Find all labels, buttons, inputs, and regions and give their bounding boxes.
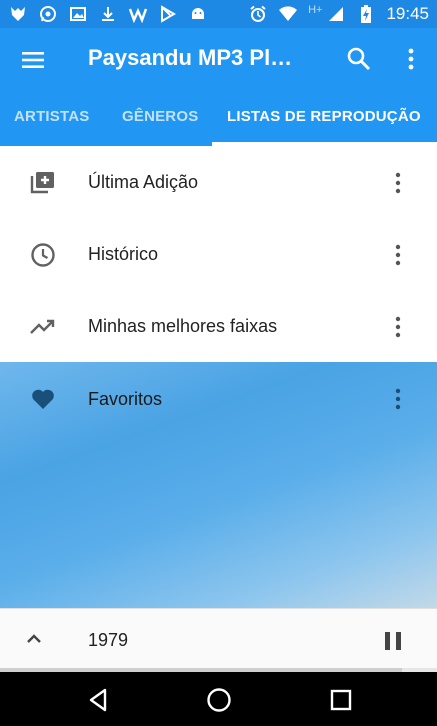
- list-item[interactable]: Favoritos: [0, 362, 437, 434]
- playlist-label: Favoritos: [88, 389, 163, 409]
- whatsapp-icon: [38, 4, 58, 24]
- now-playing-title: 1979: [88, 630, 129, 650]
- tab-listas-de-reproducao[interactable]: LISTAS DE REPRODUÇÃO: [227, 108, 421, 125]
- system-status: H+ 19:45: [248, 4, 429, 24]
- more-vertical-icon[interactable]: [402, 46, 420, 72]
- playlist-add-icon: [30, 170, 56, 196]
- trending-up-icon: [30, 314, 56, 340]
- system-nav-bar: [0, 672, 437, 726]
- more-vertical-icon[interactable]: [389, 170, 407, 196]
- tab-generos[interactable]: GÊNEROS: [122, 108, 198, 125]
- playlist-label: Minhas melhores faixas: [88, 316, 278, 336]
- alarm-icon: [248, 4, 268, 24]
- android-icon: [188, 4, 208, 24]
- tab-bar: ARTISTAS GÊNEROS LISTAS DE REPRODUÇÃO: [0, 90, 437, 146]
- chevron-up-icon[interactable]: [24, 629, 44, 649]
- wifi-icon: [278, 4, 298, 24]
- playlist-label: Última Adição: [88, 172, 199, 192]
- clock-time: 19:45: [386, 4, 429, 23]
- play-store-icon: [158, 4, 178, 24]
- list-item[interactable]: Histórico: [0, 218, 437, 290]
- battery-charging-icon: [356, 4, 376, 24]
- search-icon[interactable]: [346, 46, 372, 72]
- network-type: H+: [308, 4, 323, 16]
- download-icon: [98, 4, 118, 24]
- home-icon[interactable]: [205, 686, 233, 714]
- clock-icon: [30, 242, 56, 268]
- w-app-icon: [128, 4, 148, 24]
- mini-player[interactable]: 1979: [0, 608, 437, 670]
- notification-icons: [8, 4, 208, 24]
- list-item[interactable]: Minhas melhores faixas: [0, 290, 437, 362]
- tab-artistas[interactable]: ARTISTAS: [14, 108, 90, 125]
- wolf-app-icon: [8, 4, 28, 24]
- album-art-background: Favoritos: [0, 362, 437, 608]
- app-bar: Paysandu MP3 Pl…: [0, 28, 437, 90]
- back-icon[interactable]: [85, 686, 113, 714]
- heart-icon: [30, 386, 56, 412]
- list-item[interactable]: Última Adição: [0, 146, 437, 218]
- pause-icon[interactable]: [384, 631, 402, 651]
- menu-icon[interactable]: [20, 46, 48, 74]
- more-vertical-icon[interactable]: [389, 314, 407, 340]
- app-title: Paysandu MP3 Pl…: [88, 45, 293, 70]
- signal-icon: [326, 4, 346, 24]
- more-vertical-icon[interactable]: [389, 242, 407, 268]
- recents-icon[interactable]: [327, 686, 355, 714]
- playlist-list: Última Adição Histórico Minhas melhores …: [0, 146, 437, 362]
- more-vertical-icon[interactable]: [389, 386, 407, 412]
- image-icon: [68, 4, 88, 24]
- playlist-label: Histórico: [88, 244, 159, 264]
- status-bar: H+ 19:45: [0, 0, 437, 28]
